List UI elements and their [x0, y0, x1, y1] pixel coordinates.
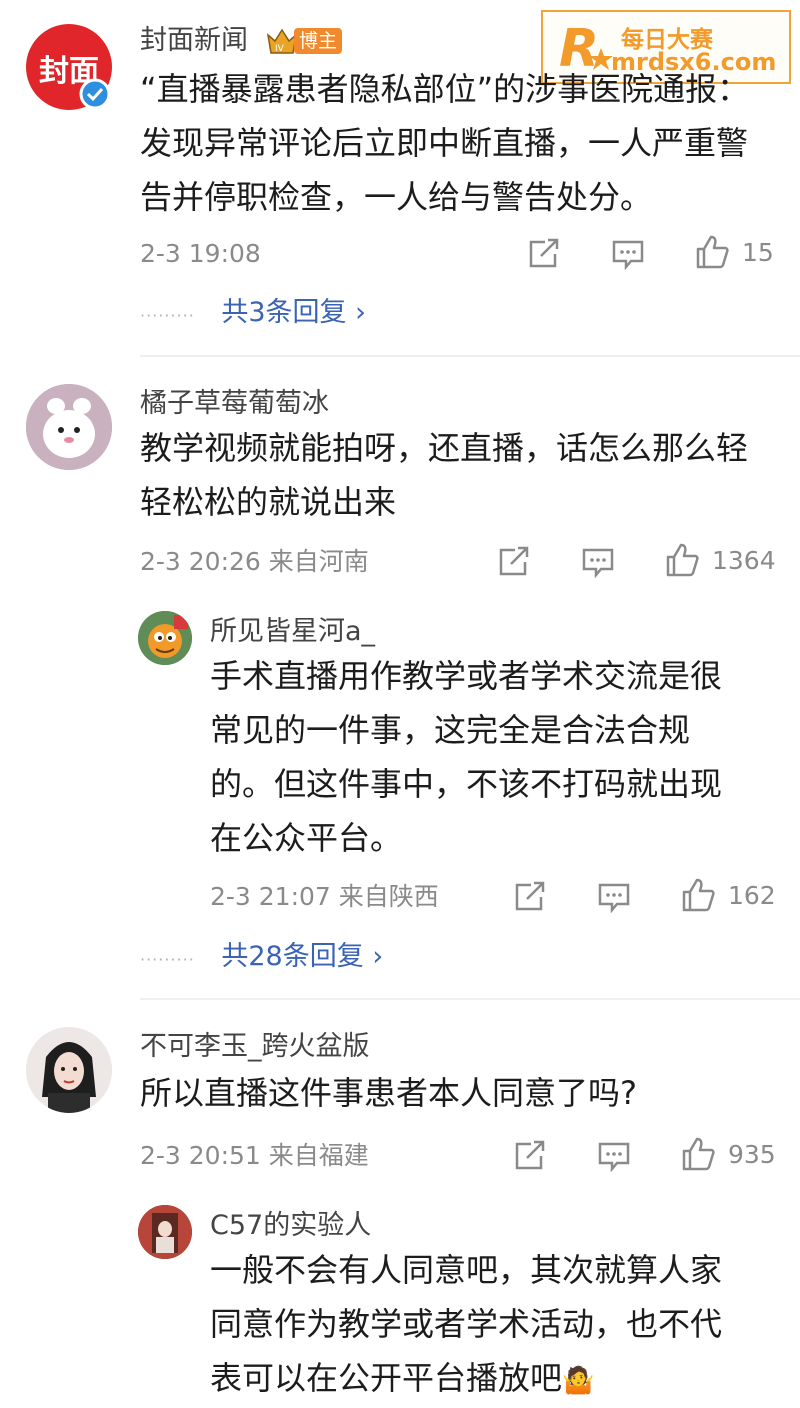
comment-author-avatar[interactable] — [26, 1027, 112, 1113]
like-button[interactable]: 162 — [680, 877, 776, 913]
ellipsis-dots: ········· — [140, 950, 195, 969]
post-content: “直播暴露患者隐私部位”的涉事医院通报： 发现异常评论后立即中断直播，一人严重警… — [140, 62, 785, 224]
avatar-illustration — [26, 384, 112, 470]
reply-line: 一般不会有人同意吧，其次就算人家 — [210, 1251, 723, 1289]
reply-content: 一般不会有人同意吧，其次就算人家 同意作为教学或者学术活动，也不代 表可以在公开… — [210, 1243, 785, 1408]
reply-line: 表可以在公开平台播放吧🤷 — [210, 1351, 785, 1408]
reply-author-name[interactable]: C57的实验人 — [210, 1209, 371, 1243]
comment-icon[interactable] — [611, 238, 645, 270]
reply-line: 在公众平台。 — [210, 819, 403, 857]
share-icon[interactable] — [513, 1140, 547, 1172]
comment-timestamp: 2-3 20:51 来自福建 — [140, 1141, 369, 1170]
comment-icon[interactable] — [597, 881, 631, 913]
post-timestamp: 2-3 19:08 — [140, 239, 261, 268]
badge-level: IV — [275, 44, 285, 54]
replies-label: 共3条回复 › — [221, 297, 366, 328]
comment-icon[interactable] — [597, 1140, 631, 1172]
like-icon — [696, 235, 729, 269]
post-line: 告并停职检查，一人给与警告处分。 — [140, 178, 653, 216]
reply-content: 手术直播用作教学或者学术交流是很 常见的一件事，这完全是合法合规 的。但这件事中… — [210, 649, 785, 865]
like-icon — [682, 1137, 715, 1171]
avatar-illustration — [26, 1027, 112, 1113]
comment-author-name[interactable]: 橘子草莓葡萄冰 — [140, 387, 329, 421]
reply-line: 常见的一件事，这完全是合法合规 — [210, 711, 691, 749]
like-button[interactable]: 15 — [694, 234, 774, 270]
post-author-name[interactable]: 封面新闻 — [140, 24, 248, 58]
like-button[interactable]: 1364 — [664, 542, 776, 578]
replies-label: 共28条回复 › — [221, 941, 384, 972]
like-count: 15 — [742, 237, 774, 267]
like-icon — [682, 878, 715, 912]
avatar-illustration — [138, 1205, 192, 1259]
divider — [140, 355, 800, 357]
blogger-badge: IV 博主 — [266, 27, 344, 55]
share-icon[interactable] — [497, 546, 531, 578]
share-icon[interactable] — [527, 238, 561, 270]
like-count: 1364 — [712, 545, 776, 575]
avatar-illustration — [138, 611, 192, 665]
ellipsis-dots: ········· — [140, 306, 195, 325]
comment-line: 教学视频就能拍呀，还直播，话怎么那么轻 — [140, 429, 749, 467]
post-replies-link[interactable]: ········· 共3条回复 › — [140, 296, 366, 333]
reply-line-text: 表可以在公开平台播放吧 — [210, 1359, 563, 1397]
post-line: 发现异常评论后立即中断直播，一人严重警 — [140, 124, 749, 162]
reply-author-name[interactable]: 所见皆星河a_ — [210, 615, 375, 649]
comment-content: 教学视频就能拍呀，还直播，话怎么那么轻 轻松松的就说出来 — [140, 421, 785, 529]
comment-content: 所以直播这件事患者本人同意了吗? — [140, 1066, 785, 1120]
reply-author-avatar[interactable] — [138, 1205, 192, 1259]
divider — [140, 998, 800, 1000]
comment-line: 所以直播这件事患者本人同意了吗? — [140, 1074, 637, 1112]
comment-author-avatar[interactable] — [26, 384, 112, 470]
verified-icon — [79, 78, 111, 110]
comment-author-name[interactable]: 不可李玉_跨火盆版 — [140, 1030, 370, 1064]
like-icon — [666, 543, 699, 577]
reply-line: 的。但这件事中，不该不打码就出现 — [210, 765, 723, 803]
like-count: 935 — [728, 1139, 776, 1169]
post-line: “直播暴露患者隐私部位”的涉事医院通报： — [140, 70, 750, 108]
comment-replies-link[interactable]: ········· 共28条回复 › — [140, 940, 383, 977]
comment-line: 轻松松的就说出来 — [140, 483, 397, 521]
reply-timestamp: 2-3 21:07 来自陕西 — [210, 882, 439, 911]
like-count: 162 — [728, 880, 776, 910]
shrug-emoji-icon: 🤷 — [562, 1366, 595, 1396]
badge-label: 博主 — [294, 28, 342, 54]
share-icon[interactable] — [513, 881, 547, 913]
comment-icon[interactable] — [581, 546, 615, 578]
reply-line: 同意作为教学或者学术活动，也不代 — [210, 1305, 723, 1343]
like-button[interactable]: 935 — [680, 1136, 776, 1172]
reply-author-avatar[interactable] — [138, 611, 192, 665]
comment-timestamp: 2-3 20:26 来自河南 — [140, 547, 369, 576]
reply-line: 手术直播用作教学或者学术交流是很 — [210, 657, 723, 695]
